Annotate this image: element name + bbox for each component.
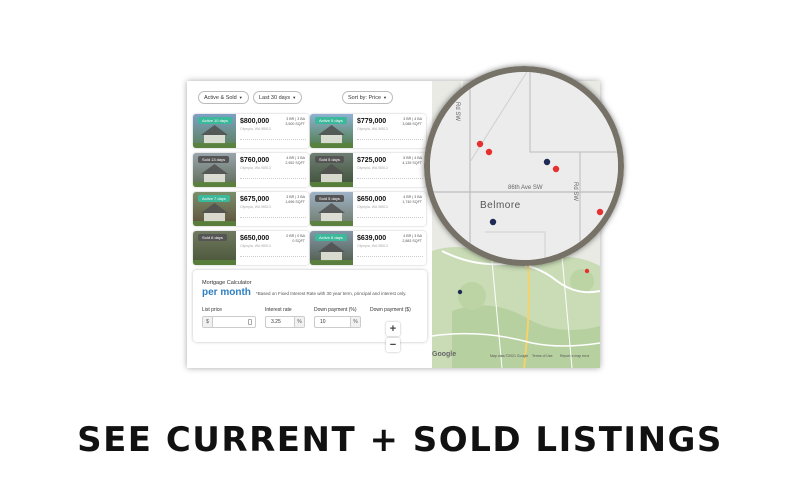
active-marker: [457, 289, 463, 295]
listing-stats: 4 BR | 3 BA 2,952 SQFT: [285, 156, 305, 165]
chevron-down-icon: ▼: [238, 95, 243, 100]
status-badge: Active 8 days: [315, 234, 347, 241]
status-filter-dropdown[interactable]: Active & Sold ▼: [198, 91, 249, 104]
listing-price: $650,000: [357, 196, 387, 203]
list-price-label: List price: [202, 307, 223, 313]
map-terms-link[interactable]: Terms of Use: [532, 354, 553, 358]
listing-address: Olympia, WA 98513: [240, 166, 271, 170]
sold-marker: [584, 268, 590, 274]
listing-divider: [357, 178, 423, 181]
listing-address: Olympia, WA 98513: [357, 205, 388, 209]
listing-price: $639,000: [357, 235, 387, 242]
listing-divider: [240, 178, 306, 181]
status-badge: Active 10 days: [198, 117, 233, 124]
status-filter-label: Active & Sold: [204, 95, 237, 101]
listing-address: Olympia, WA 98513: [357, 244, 388, 248]
active-marker: [489, 218, 497, 226]
status-badge: Active 7 days: [198, 195, 230, 202]
listing-card[interactable]: Active 10 days $800,000 3 BR | 3 BA 3,500…: [193, 114, 309, 148]
status-badge: Sold 13 days: [198, 156, 230, 163]
monthly-payment: per month: [202, 287, 251, 298]
zoom-out-button[interactable]: −: [386, 338, 400, 352]
listing-card[interactable]: Sold 5 days $725,000 5 BR | 4 BA 4,139 SQ…: [310, 153, 426, 187]
interest-rate-input[interactable]: 3.25 %: [265, 316, 305, 328]
active-marker: [543, 158, 551, 166]
listing-address: Olympia, WA 98513: [357, 166, 388, 170]
period-filter-dropdown[interactable]: Last 30 days ▼: [253, 91, 303, 104]
map-attribution: Map data ©2021 Google: [490, 354, 529, 358]
listing-address: Olympia, WA 98513: [240, 205, 271, 209]
listing-divider: [240, 217, 306, 220]
sold-marker: [476, 140, 484, 148]
listing-divider: [240, 139, 306, 142]
chevron-down-icon: ▼: [383, 95, 387, 100]
map-report-link[interactable]: Report a map error: [560, 354, 590, 358]
listing-divider: [357, 256, 423, 259]
status-badge: Active 5 days: [315, 117, 347, 124]
down-payment-pct-label: Down payment (%): [314, 307, 357, 313]
interest-rate-value: 3.25: [271, 319, 281, 325]
zoom-in-button[interactable]: +: [386, 322, 400, 336]
listing-price: $675,000: [240, 196, 270, 203]
mortgage-note: *Based on Fixed Interest Rate with 30 ye…: [256, 291, 407, 296]
chevron-down-icon: ▼: [292, 95, 297, 100]
period-filter-label: Last 30 days: [259, 95, 291, 101]
sold-marker: [485, 148, 493, 156]
dollar-prefix: $: [203, 317, 213, 327]
listing-stats: 4 BR | 3 BA 1,740 SQFT: [402, 195, 422, 204]
listing-stats: 5 BR | 4 BA 4,139 SQFT: [402, 156, 422, 165]
mortgage-title: Mortgage Calculator: [202, 280, 252, 286]
listing-stats: 3 BR | 3 BA 3,500 SQFT: [285, 117, 305, 126]
listing-divider: [240, 256, 306, 259]
listing-address: Olympia, WA 98513: [240, 127, 271, 131]
percent-suffix: %: [294, 317, 304, 327]
percent-suffix: %: [350, 317, 360, 327]
listing-price: $760,000: [240, 157, 270, 164]
road-label: Rd SW: [572, 182, 578, 202]
listing-price: $725,000: [357, 157, 387, 164]
google-logo: Google: [432, 351, 457, 358]
sort-dropdown[interactable]: Sort by: Price ▼: [342, 91, 393, 104]
magnified-map: [430, 72, 618, 260]
interest-rate-label: Interest rate: [265, 307, 292, 313]
listing-price: $650,000: [240, 235, 270, 242]
status-badge: Sold 6 days: [198, 234, 227, 241]
sold-marker: [552, 165, 560, 173]
listing-stats: 4 BR | 3 BA 2,883 SQFT: [402, 234, 422, 243]
listing-card[interactable]: Sold 6 days $650,000 0 BR | 0 BA 0 SQFT O…: [193, 231, 309, 265]
headline: SEE CURRENT + SOLD LISTINGS: [77, 420, 723, 460]
listing-card[interactable]: Active 7 days $675,000 3 BR | 3 BA 1,696 …: [193, 192, 309, 226]
listing-stats: 0 BR | 0 BA 0 SQFT: [286, 234, 305, 243]
listing-divider: [357, 139, 423, 142]
listing-card[interactable]: Active 8 days $639,000 4 BR | 3 BA 2,883 …: [310, 231, 426, 265]
listing-card[interactable]: Sold 13 days $760,000 4 BR | 3 BA 2,952 S…: [193, 153, 309, 187]
status-badge: Sold 5 days: [315, 195, 344, 202]
map-magnifier: Belmore 86th Ave SW Rd SW Rd SW: [424, 66, 624, 266]
listing-stats: 3 BR | 4 BA 3,088 SQFT: [402, 117, 422, 126]
sold-marker: [596, 208, 604, 216]
down-payment-pct-value: 10: [320, 319, 326, 325]
spinner-icon[interactable]: [248, 319, 252, 325]
road-label: 86th Ave SW: [508, 185, 543, 191]
listing-card[interactable]: Sold 5 days $650,000 4 BR | 3 BA 1,740 SQ…: [310, 192, 426, 226]
listing-price: $779,000: [357, 118, 387, 125]
listing-price: $800,000: [240, 118, 270, 125]
down-payment-amount-label: Down payment ($): [370, 307, 411, 313]
listing-divider: [357, 217, 423, 220]
listing-address: Olympia, WA 98513: [240, 244, 271, 248]
down-payment-pct-input[interactable]: 10 %: [314, 316, 361, 328]
listing-address: Olympia, WA 98513: [357, 127, 388, 131]
listing-stats: 3 BR | 3 BA 1,696 SQFT: [285, 195, 305, 204]
place-label-belmore: Belmore: [480, 200, 521, 211]
status-badge: Sold 5 days: [315, 156, 344, 163]
listing-card[interactable]: Active 5 days $779,000 3 BR | 4 BA 3,088 …: [310, 114, 426, 148]
list-price-input[interactable]: $: [202, 316, 256, 328]
sort-label: Sort by: Price: [348, 95, 382, 101]
road-label: Rd SW: [454, 102, 460, 122]
